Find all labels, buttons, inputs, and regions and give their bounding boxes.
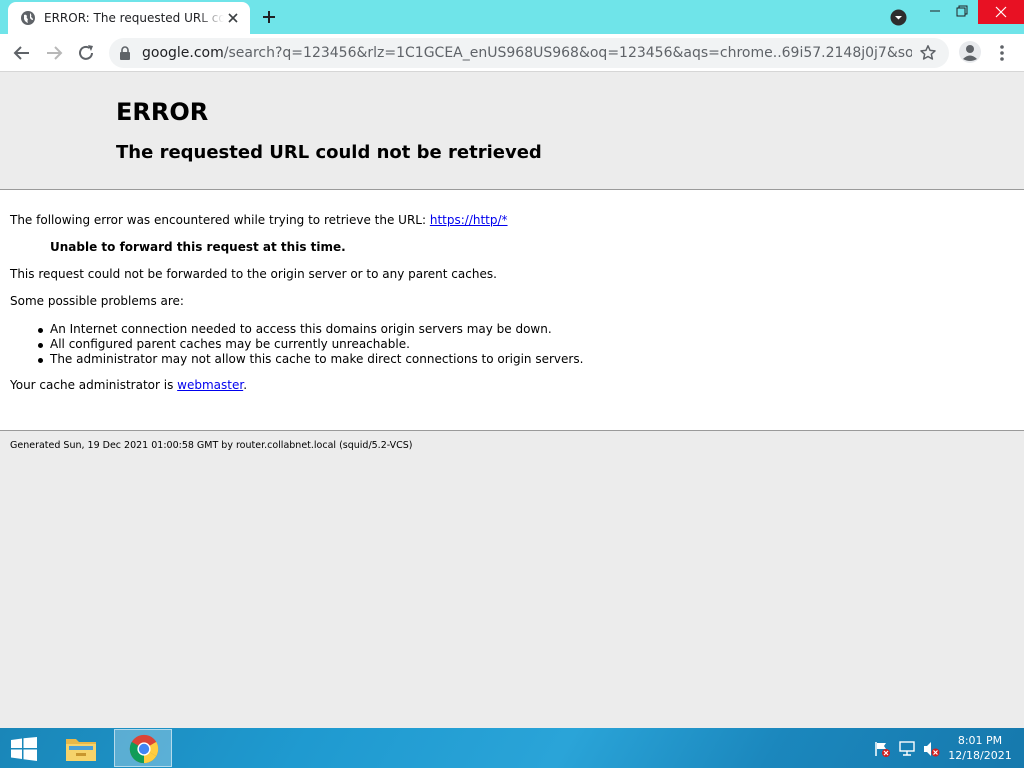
- url-host: google.com: [142, 45, 224, 61]
- list-item: An Internet connection needed to access …: [37, 322, 583, 337]
- page-title: ERROR: [116, 98, 209, 126]
- minimize-window-icon[interactable]: [920, 0, 950, 24]
- problems-list: An Internet connection needed to access …: [37, 322, 584, 367]
- problems-heading: Some possible problems are:: [10, 294, 184, 308]
- admin-paragraph: Your cache administrator is webmaster.: [10, 377, 247, 393]
- admin-suffix: .: [243, 378, 248, 392]
- browser-toolbar: google.com/search?q=123456&rlz=1C1GCEA_e…: [0, 34, 1024, 72]
- error-body: The following error was encountered whil…: [0, 190, 1024, 431]
- restore-window-icon[interactable]: [947, 0, 977, 24]
- new-tab-plus-icon[interactable]: [260, 8, 278, 26]
- volume-muted-icon[interactable]: [922, 740, 940, 758]
- file-explorer-icon[interactable]: [62, 731, 100, 765]
- intro-paragraph: The following error was encountered whil…: [10, 212, 508, 228]
- list-item: All configured parent caches may be curr…: [37, 337, 583, 352]
- bookmark-star-icon[interactable]: [919, 44, 937, 62]
- close-tab-icon[interactable]: [225, 10, 241, 26]
- tab-title: ERROR: The requested URL could not be re…: [44, 11, 224, 25]
- intro-text: The following error was encountered whil…: [10, 213, 430, 227]
- action-center-flag-icon[interactable]: [873, 740, 891, 758]
- web-page: ERROR The requested URL could not be ret…: [0, 72, 1024, 728]
- lock-icon[interactable]: [119, 46, 131, 60]
- url-path: /search?q=123456&rlz=1C1GCEA_enUS968US96…: [223, 45, 912, 61]
- requested-url-link[interactable]: https://http/*: [430, 213, 508, 227]
- system-clock[interactable]: 8:01 PM 12/18/2021: [945, 733, 1015, 763]
- reload-icon[interactable]: [76, 43, 96, 63]
- url-text[interactable]: google.com/search?q=123456&rlz=1C1GCEA_e…: [142, 44, 912, 62]
- error-reason: Unable to forward this request at this t…: [50, 240, 346, 254]
- clock-time: 8:01 PM: [957, 734, 1003, 747]
- webmaster-link[interactable]: webmaster: [177, 378, 243, 392]
- globe-icon: [21, 11, 35, 25]
- list-item: The administrator may not allow this cac…: [37, 352, 584, 366]
- page-subtitle: The requested URL could not be retrieved: [116, 142, 542, 163]
- generated-footer: Generated Sun, 19 Dec 2021 01:00:58 GMT …: [10, 440, 413, 451]
- chrome-icon: [129, 734, 159, 764]
- error-header: ERROR The requested URL could not be ret…: [0, 72, 1024, 190]
- windows-taskbar: 8:01 PM 12/18/2021: [0, 728, 1024, 768]
- profile-avatar-icon[interactable]: [958, 40, 982, 64]
- forward-arrow-icon[interactable]: [44, 43, 64, 63]
- chrome-taskbar-button[interactable]: [114, 729, 172, 767]
- close-window-icon[interactable]: [978, 0, 1024, 24]
- explanation-text: This request could not be forwarded to t…: [10, 267, 497, 281]
- tab-search-chevron-icon[interactable]: [890, 9, 907, 26]
- menu-kebab-icon[interactable]: [994, 43, 1010, 63]
- network-icon[interactable]: [898, 740, 916, 758]
- browser-tab[interactable]: ERROR: The requested URL could not be re…: [8, 2, 250, 34]
- back-arrow-icon[interactable]: [12, 43, 32, 63]
- admin-text: Your cache administrator is: [10, 378, 178, 392]
- browser-tab-strip: ERROR: The requested URL could not be re…: [0, 0, 1024, 34]
- address-bar[interactable]: google.com/search?q=123456&rlz=1C1GCEA_e…: [109, 38, 949, 68]
- windows-start-icon[interactable]: [10, 737, 38, 761]
- clock-date: 12/18/2021: [948, 749, 1012, 762]
